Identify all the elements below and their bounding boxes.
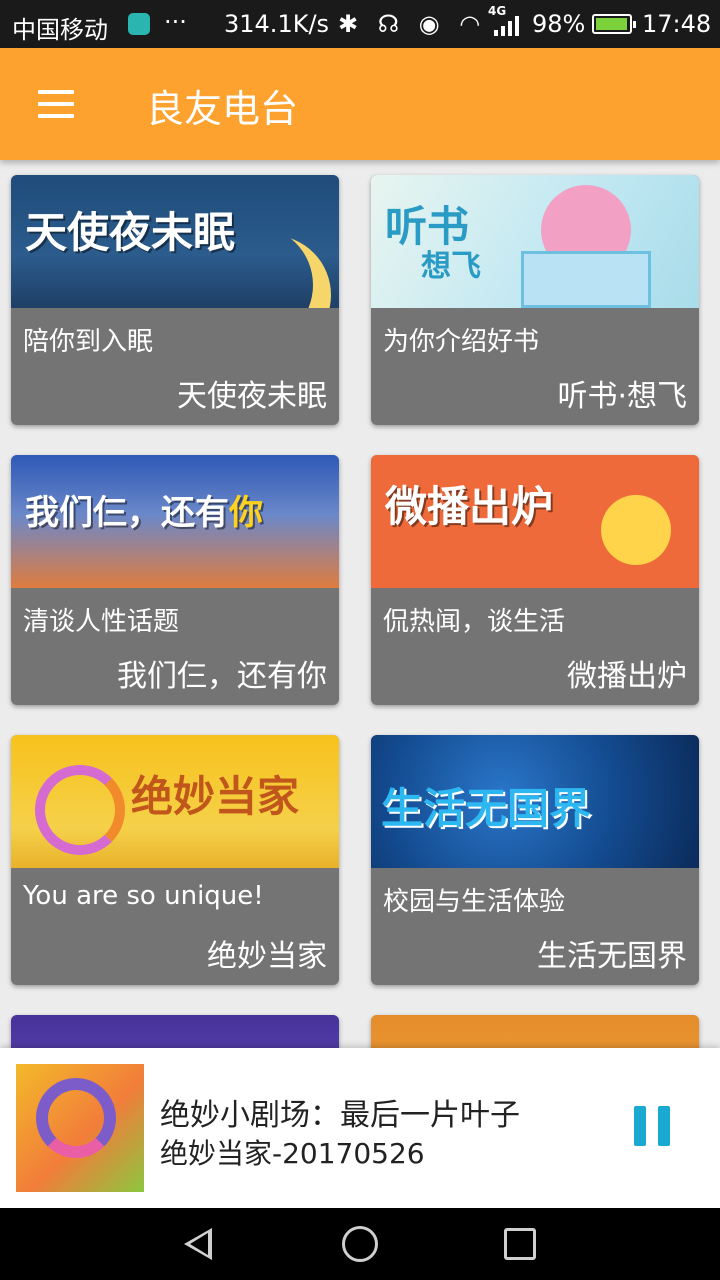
recents-square-icon[interactable]	[504, 1228, 536, 1260]
station-card-micro-broadcast[interactable]: 微播出炉 侃热闻，谈生活 微播出炉	[371, 455, 699, 705]
book-illustration	[521, 251, 651, 308]
station-name: 天使夜未眠	[177, 379, 327, 414]
carrier-label: 中国移动	[12, 16, 108, 44]
station-name: 我们仨，还有你	[117, 659, 327, 694]
swirl-illustration	[35, 765, 125, 855]
station-banner	[371, 1015, 699, 1050]
now-playing-artwork	[16, 1064, 144, 1192]
station-tagline: 清谈人性话题	[23, 607, 180, 637]
hamburger-menu-icon[interactable]	[30, 84, 82, 124]
back-triangle-icon[interactable]	[184, 1228, 212, 1260]
banner-title: 我们仨，还有你	[25, 485, 263, 534]
station-name: 绝妙当家	[207, 939, 327, 974]
station-banner: 天使夜未眠	[11, 175, 339, 308]
banner-subtitle: 想飞	[421, 249, 481, 284]
station-banner	[11, 1015, 339, 1050]
download-notification-icon	[128, 13, 150, 35]
banner-title: 微播出炉	[385, 482, 554, 531]
banner-title: 绝妙当家	[131, 772, 300, 821]
network-speed: 314.1K/s	[224, 10, 330, 38]
station-tagline: 为你介绍好书	[383, 327, 540, 357]
signal-icon	[494, 16, 519, 36]
station-banner: 生活无国界	[371, 735, 699, 868]
status-bar: 中国移动 ··· 314.1K/s ✱ ☊ ◉ ◠ 4G 98% 17:48	[0, 0, 720, 48]
station-tagline: 陪你到入眠	[23, 327, 154, 357]
station-card-angel-night[interactable]: 天使夜未眠 陪你到入眠 天使夜未眠	[11, 175, 339, 425]
station-card-wonderful-home[interactable]: 绝妙当家 You are so unique! 绝妙当家	[11, 735, 339, 985]
battery-percent: 98%	[532, 10, 586, 38]
station-banner: 绝妙当家	[11, 735, 339, 868]
station-banner: 微播出炉	[371, 455, 699, 588]
station-card-partial[interactable]	[371, 1015, 699, 1050]
station-banner: 听书 想飞	[371, 175, 699, 308]
home-circle-icon[interactable]	[342, 1226, 378, 1262]
sun-illustration	[601, 495, 671, 565]
station-tagline: 侃热闻，谈生活	[383, 607, 566, 637]
station-banner: 我们仨，还有你	[11, 455, 339, 588]
station-grid: 天使夜未眠 陪你到入眠 天使夜未眠 听书 想飞 为你介绍好书 听书·想飞 我们仨…	[0, 160, 720, 1050]
station-card-life-no-borders[interactable]: 生活无国界 校园与生活体验 生活无国界	[371, 735, 699, 985]
battery-icon	[592, 14, 636, 34]
app-bar: 良友电台	[0, 48, 720, 160]
now-playing-subtitle: 绝妙当家-20170526	[160, 1137, 425, 1170]
banner-title: 天使夜未眠	[25, 208, 236, 257]
system-nav-bar	[0, 1208, 720, 1280]
banner-title-highlight: 你	[229, 493, 263, 533]
clock: 17:48	[642, 10, 712, 38]
app-title: 良友电台	[146, 87, 299, 131]
status-icons: ✱ ☊ ◉ ◠	[338, 10, 487, 38]
banner-title-prefix: 我们仨，还有	[25, 493, 229, 533]
now-playing-bar[interactable]: 绝妙小剧场：最后一片叶子 绝妙当家-20170526	[0, 1048, 720, 1208]
station-name: 微播出炉	[567, 659, 687, 694]
station-card-three-of-us[interactable]: 我们仨，还有你 清谈人性话题 我们仨，还有你	[11, 455, 339, 705]
banner-title: 生活无国界	[381, 784, 592, 833]
more-notifications-icon: ···	[164, 8, 187, 36]
station-card-books[interactable]: 听书 想飞 为你介绍好书 听书·想飞	[371, 175, 699, 425]
station-name: 生活无国界	[537, 939, 687, 974]
pause-icon[interactable]	[622, 1102, 682, 1154]
now-playing-title: 绝妙小剧场：最后一片叶子	[160, 1098, 520, 1133]
station-tagline: You are so unique!	[23, 881, 264, 911]
station-card-partial[interactable]	[11, 1015, 339, 1050]
station-tagline: 校园与生活体验	[383, 887, 566, 917]
swirl-illustration	[36, 1078, 116, 1158]
station-name: 听书·想飞	[557, 379, 687, 414]
